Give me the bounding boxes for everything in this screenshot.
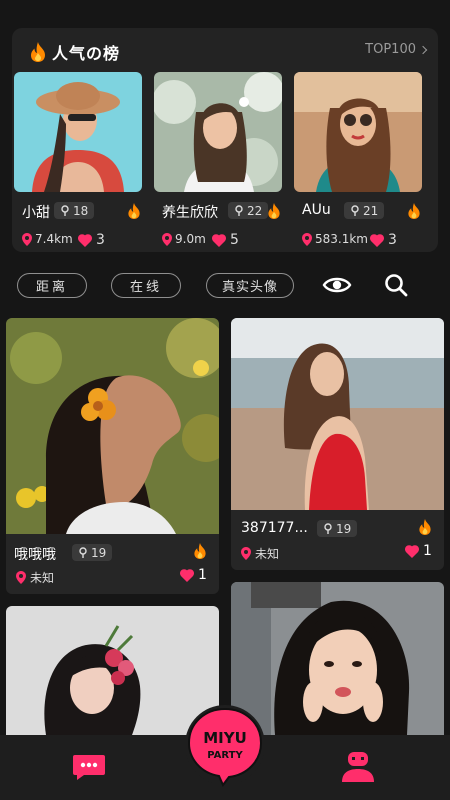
location-value: 未知 xyxy=(30,571,55,585)
rank-card[interactable]: 小甜 18 7.4km 3 xyxy=(14,72,142,248)
location-pin-icon xyxy=(22,232,32,246)
popularity-board: 人气の榜 TOP100 小甜 18 7.4km 3 养生欣欣 22 9.0m 5… xyxy=(12,28,438,252)
location: 未知 xyxy=(241,545,279,562)
likes-value: 1 xyxy=(198,567,207,583)
brand-line2: PARTY xyxy=(207,750,243,761)
user-name: 387177... xyxy=(241,520,308,536)
flame-icon xyxy=(31,42,45,62)
user-photo xyxy=(6,318,219,534)
user-name: 哦哦哦 xyxy=(14,547,56,563)
likes-value: 5 xyxy=(230,232,239,248)
level-icon xyxy=(79,546,87,558)
flame-icon xyxy=(408,203,420,219)
rank-name-row: 养生欣欣 22 xyxy=(158,202,282,222)
filter-real-avatar[interactable]: 真实头像 xyxy=(206,273,294,298)
rank-name-row: AUu 21 xyxy=(298,202,422,222)
level-badge: 18 xyxy=(54,202,95,219)
brand-line1: MIYU xyxy=(203,729,247,747)
level-icon xyxy=(235,204,243,216)
flame-icon xyxy=(128,203,140,219)
filter-online[interactable]: 在线 xyxy=(111,273,181,298)
flame-icon xyxy=(268,203,280,219)
likes: 3 xyxy=(370,232,397,248)
location-pin-icon xyxy=(162,232,172,246)
likes-value: 3 xyxy=(96,232,105,248)
distance-value: 9.0m xyxy=(175,232,206,246)
flame-icon xyxy=(419,519,431,535)
distance: 9.0m xyxy=(162,232,206,246)
heart-icon xyxy=(212,233,226,247)
top100-label: TOP100 xyxy=(365,42,416,57)
user-photo xyxy=(294,72,422,192)
likes: 1 xyxy=(405,543,432,559)
location-pin-icon xyxy=(16,571,26,584)
user-name: AUu xyxy=(302,202,331,218)
location-pin-icon xyxy=(241,547,251,560)
level-icon xyxy=(61,204,69,216)
distance-value: 7.4km xyxy=(35,232,73,246)
user-photo xyxy=(14,72,142,192)
profile-icon[interactable] xyxy=(340,751,376,783)
flame-icon xyxy=(194,543,206,559)
user-name: 养生欣欣 xyxy=(162,205,218,221)
likes: 3 xyxy=(78,232,105,248)
chevron-right-icon xyxy=(418,45,428,54)
feed-card[interactable]: 387177... 19 未知 1 xyxy=(231,318,444,570)
user-photo xyxy=(154,72,282,192)
likes-value: 3 xyxy=(388,232,397,248)
chat-icon[interactable] xyxy=(72,753,106,781)
rank-meta: 7.4km 3 xyxy=(18,232,142,248)
location-value: 未知 xyxy=(255,547,280,561)
feed-card[interactable]: 哦哦哦 19 未知 1 xyxy=(6,318,219,594)
level-badge: 19 xyxy=(72,544,113,561)
heart-icon xyxy=(78,233,92,247)
distance: 583.1km xyxy=(302,232,368,246)
top100-link[interactable]: TOP100 xyxy=(365,42,428,57)
rank-name-row: 小甜 18 xyxy=(18,202,142,222)
likes: 1 xyxy=(180,567,207,583)
heart-icon xyxy=(370,233,384,247)
rank-meta: 583.1km 3 xyxy=(298,232,422,248)
level-value: 21 xyxy=(363,203,379,218)
eye-icon[interactable] xyxy=(322,275,352,295)
distance-value: 583.1km xyxy=(315,232,368,246)
search-icon[interactable] xyxy=(384,273,408,297)
board-title-text: 人气の榜 xyxy=(52,44,121,63)
level-value: 22 xyxy=(247,203,263,218)
rank-card[interactable]: 养生欣欣 22 9.0m 5 xyxy=(154,72,282,248)
heart-icon xyxy=(180,568,194,582)
level-badge: 21 xyxy=(344,202,385,219)
level-badge: 22 xyxy=(228,202,269,219)
location-pin-icon xyxy=(302,232,312,246)
likes-value: 1 xyxy=(423,543,432,559)
level-badge: 19 xyxy=(317,520,358,537)
level-icon xyxy=(351,204,359,216)
user-photo xyxy=(231,318,444,510)
user-name: 小甜 xyxy=(22,205,50,221)
distance: 7.4km xyxy=(22,232,73,246)
rank-card[interactable]: AUu 21 583.1km 3 xyxy=(294,72,422,248)
level-value: 18 xyxy=(73,203,89,218)
miyu-party-button[interactable]: MIYU PARTY xyxy=(183,703,267,787)
likes: 5 xyxy=(212,232,239,248)
filter-distance[interactable]: 距离 xyxy=(17,273,87,298)
level-value: 19 xyxy=(91,545,107,560)
rank-meta: 9.0m 5 xyxy=(158,232,282,248)
heart-icon xyxy=(405,544,419,558)
level-value: 19 xyxy=(336,521,352,536)
location: 未知 xyxy=(16,569,54,586)
board-title: 人气の榜 xyxy=(28,40,120,64)
level-icon xyxy=(324,522,332,534)
